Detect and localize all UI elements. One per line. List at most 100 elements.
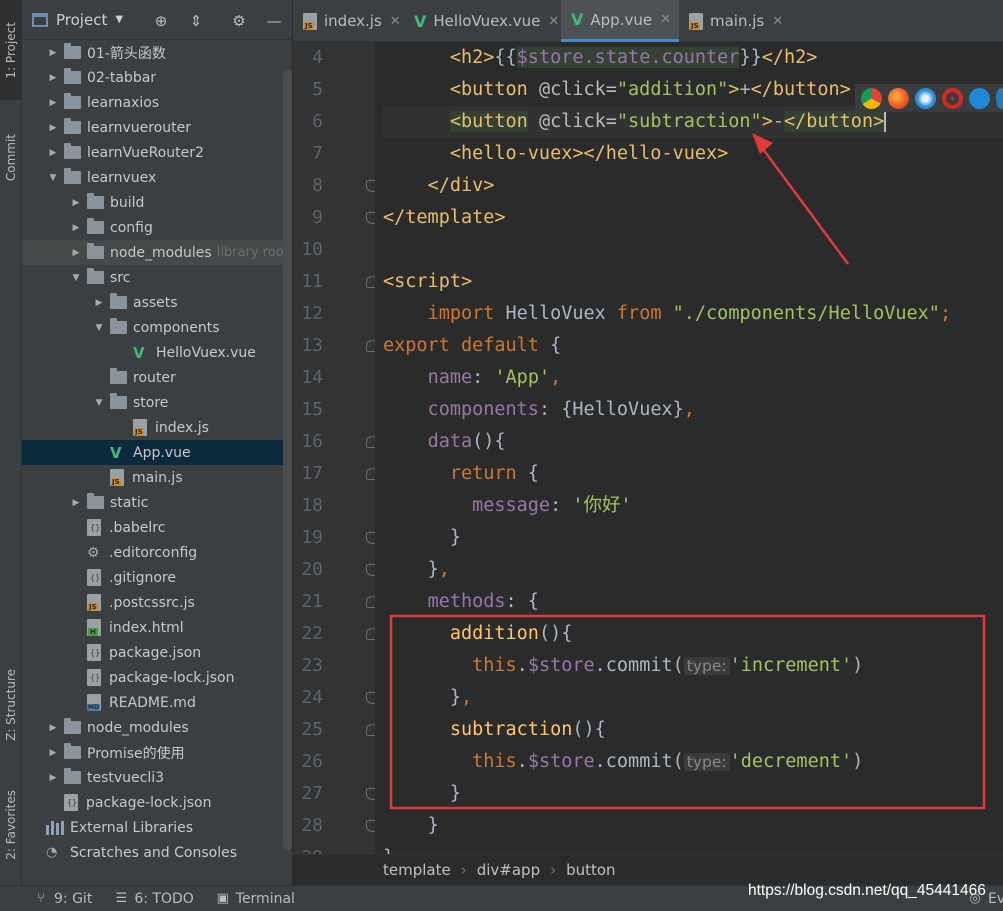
code-area[interactable]: <h2>{{$store.state.counter}}</h2> <butto… — [383, 42, 1003, 854]
tree-item[interactable]: ▶README.md — [22, 690, 292, 715]
fold-marker-icon[interactable] — [366, 596, 375, 608]
tree-item-label: .editorconfig — [109, 544, 198, 561]
chevron-right-icon[interactable]: ▶ — [92, 298, 106, 308]
editor-tab[interactable]: main.js ✕ — [679, 0, 789, 42]
tree-item[interactable]: ▶ build — [22, 190, 292, 215]
chevron-right-icon[interactable]: ▶ — [46, 723, 60, 733]
tree-item[interactable]: ▼ src — [22, 265, 292, 290]
tree-item[interactable]: ▼ store — [22, 390, 292, 415]
tree-item[interactable]: ▶ static — [22, 490, 292, 515]
chevron-down-icon[interactable]: ▼ — [69, 273, 83, 283]
tree-item-suffix: library roo — [216, 245, 284, 260]
edge-icon[interactable] — [996, 87, 1003, 109]
chevron-right-icon[interactable]: ▶ — [46, 748, 60, 758]
tree-item[interactable]: ▶package.json — [22, 640, 292, 665]
fold-marker-icon[interactable] — [366, 820, 375, 832]
editor-tab[interactable]: V HelloVuex.vue ✕ — [404, 0, 561, 42]
code-line: export default { — [383, 335, 562, 356]
favorites-tool-tab[interactable]: 2: Favorites — [0, 775, 22, 875]
tree-item[interactable]: ▶ config — [22, 215, 292, 240]
fold-marker-icon[interactable] — [366, 724, 375, 736]
project-tree-scrollbar[interactable] — [283, 70, 292, 850]
breadcrumb-item[interactable]: button — [566, 861, 615, 879]
fold-marker-icon[interactable] — [366, 436, 375, 448]
chevron-right-icon[interactable]: ▶ — [46, 73, 60, 83]
tree-item[interactable]: ▶ node_modules library roo — [22, 240, 292, 265]
tree-item[interactable]: ▶.gitignore — [22, 565, 292, 590]
tree-item[interactable]: ▶ node_modules — [22, 715, 292, 740]
close-icon[interactable]: ✕ — [772, 14, 783, 29]
tree-item[interactable]: ▶router — [22, 365, 292, 390]
hide-panel-icon[interactable]: — — [265, 12, 283, 30]
fold-marker-icon[interactable] — [366, 468, 375, 480]
editor-tab[interactable]: V App.vue ✕ — [561, 0, 679, 42]
chevron-right-icon[interactable]: ▶ — [46, 48, 60, 58]
tree-item[interactable]: ▶ assets — [22, 290, 292, 315]
project-view-selector[interactable]: Project — [56, 11, 107, 29]
tree-item[interactable]: ▶main.js — [22, 465, 292, 490]
chevron-down-icon[interactable]: ▼ — [46, 173, 60, 183]
chevron-down-icon[interactable]: ▼ — [92, 398, 106, 408]
tree-item[interactable]: ▶ 02-tabbar — [22, 65, 292, 90]
tree-item[interactable]: ▼ components — [22, 315, 292, 340]
gear-icon[interactable]: ⚙ — [230, 12, 248, 30]
fold-marker-icon[interactable] — [366, 564, 375, 576]
fold-marker-icon[interactable] — [366, 628, 375, 640]
tree-item[interactable]: External Libraries — [22, 815, 292, 840]
chevron-right-icon[interactable]: ▶ — [46, 123, 60, 133]
fold-marker-icon[interactable] — [366, 788, 375, 800]
chevron-right-icon[interactable]: ▶ — [69, 223, 83, 233]
tree-item[interactable]: ▶VApp.vue — [22, 440, 292, 465]
tree-item[interactable]: ▶index.js — [22, 415, 292, 440]
git-tool-button[interactable]: ⑂ 9: Git — [34, 891, 92, 907]
chevron-right-icon[interactable]: ▶ — [69, 498, 83, 508]
locate-target-icon[interactable]: ⊕ — [152, 12, 170, 30]
tree-item[interactable]: ◔ Scratches and Consoles — [22, 840, 292, 865]
tree-item[interactable]: ▶package-lock.json — [22, 665, 292, 690]
breadcrumb-item[interactable]: div#app — [477, 861, 540, 879]
tree-item[interactable]: ▶⚙.editorconfig — [22, 540, 292, 565]
tree-item[interactable]: ▼ learnvuex — [22, 165, 292, 190]
tree-item[interactable]: ▶package-lock.json — [22, 790, 292, 815]
tree-item[interactable]: ▶ Promise的使用 — [22, 740, 292, 765]
fold-marker-icon[interactable] — [366, 180, 375, 192]
breadcrumb-item[interactable]: template — [383, 861, 451, 879]
safari-icon[interactable] — [915, 87, 936, 109]
chevron-right-icon[interactable]: ▶ — [69, 198, 83, 208]
tree-item[interactable]: ▶ learnaxios — [22, 90, 292, 115]
todo-tool-button[interactable]: ☰ 6: TODO — [114, 891, 193, 907]
project-tool-tab[interactable]: 1: Project — [0, 0, 22, 100]
tree-item[interactable]: ▶.postcssrc.js — [22, 590, 292, 615]
chevron-down-icon[interactable]: ▼ — [115, 14, 123, 25]
chevron-right-icon[interactable]: ▶ — [46, 148, 60, 158]
close-icon[interactable]: ✕ — [390, 14, 401, 29]
chevron-right-icon[interactable]: ▶ — [46, 773, 60, 783]
fold-marker-icon[interactable] — [366, 340, 375, 352]
terminal-tool-button[interactable]: ▣ Terminal — [216, 891, 295, 907]
chevron-right-icon[interactable]: ▶ — [69, 248, 83, 258]
commit-tool-tab[interactable]: Commit — [0, 118, 22, 198]
editor-tab[interactable]: index.js ✕ — [293, 0, 404, 42]
fold-marker-icon[interactable] — [366, 532, 375, 544]
ie-icon[interactable] — [969, 87, 990, 109]
fold-marker-icon[interactable] — [366, 692, 375, 704]
opera-icon[interactable] — [942, 87, 963, 109]
structure-tool-tab[interactable]: Z: Structure — [0, 652, 22, 757]
tree-item[interactable]: ▶ 01-箭头函数 — [22, 40, 292, 65]
close-icon[interactable]: ✕ — [548, 14, 559, 29]
fold-marker-icon[interactable] — [366, 212, 375, 224]
tree-item[interactable]: ▶ testvuecli3 — [22, 765, 292, 790]
firefox-icon[interactable] — [888, 87, 909, 109]
tree-item[interactable]: ▶index.html — [22, 615, 292, 640]
collapse-all-icon[interactable]: ⇕ — [187, 12, 205, 30]
tree-item[interactable]: ▶ learnvuerouter — [22, 115, 292, 140]
fold-marker-icon[interactable] — [366, 276, 375, 288]
chrome-icon[interactable] — [861, 87, 882, 109]
tree-item[interactable]: ▶VHelloVuex.vue — [22, 340, 292, 365]
tree-item[interactable]: ▶.babelrc — [22, 515, 292, 540]
chevron-right-icon[interactable]: ▶ — [46, 98, 60, 108]
tree-item[interactable]: ▶ learnVueRouter2 — [22, 140, 292, 165]
config-file-icon — [64, 794, 78, 811]
close-icon[interactable]: ✕ — [660, 12, 671, 27]
chevron-down-icon[interactable]: ▼ — [92, 323, 106, 333]
